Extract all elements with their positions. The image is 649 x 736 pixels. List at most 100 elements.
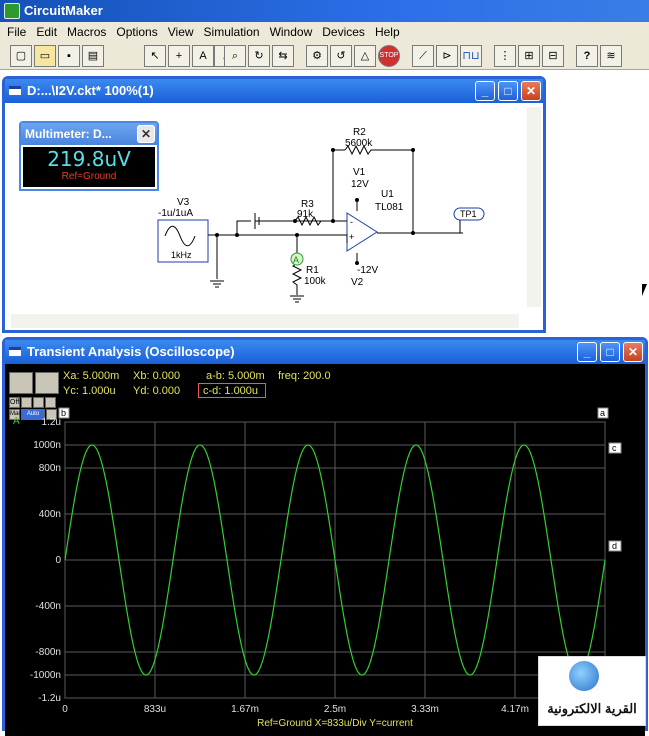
menu-bar: File Edit Macros Options View Simulation… xyxy=(0,22,649,42)
schematic-vertical-scrollbar[interactable] xyxy=(527,107,541,307)
help-icon[interactable]: ? xyxy=(576,45,598,67)
cursor-tool-icon[interactable] xyxy=(9,372,33,394)
analysis-icon[interactable]: ⊞ xyxy=(518,45,540,67)
v1-name: V1 xyxy=(353,167,366,178)
multimeter-close-button[interactable]: ✕ xyxy=(137,125,155,143)
r1-value: 100k xyxy=(304,276,327,287)
step-icon[interactable]: ⚙ xyxy=(306,45,328,67)
r2-value: 5600k xyxy=(345,138,373,149)
menu-window[interactable]: Window xyxy=(265,22,318,42)
y-tick-label: 0 xyxy=(55,555,61,566)
cursor-b-label: b xyxy=(61,408,66,418)
arrow-tool-icon[interactable]: ↖ xyxy=(144,45,166,67)
x-tick-label: 2.5m xyxy=(324,704,346,715)
app-title: CircuitMaker xyxy=(24,3,103,18)
schematic-title-bar: D:...\I2V.ckt* 100%(1) _ □ ✕ xyxy=(5,79,543,103)
digital-icon[interactable]: △ xyxy=(354,45,376,67)
v2-value: -12V xyxy=(357,265,378,276)
multimeter-value: 219.8uV xyxy=(47,147,131,171)
scope-title: Transient Analysis (Oscilloscope) xyxy=(27,344,235,359)
window-icon xyxy=(9,347,21,356)
menu-macros[interactable]: Macros xyxy=(62,22,111,42)
v1-value: 12V xyxy=(351,179,369,190)
part-icon[interactable]: ⊟ xyxy=(542,45,564,67)
zoom-icon[interactable]: ⌕ xyxy=(224,45,246,67)
mouse-pointer-icon xyxy=(642,284,647,296)
cursor-c-label: c xyxy=(612,443,617,453)
tp1-label: TP1 xyxy=(460,209,477,219)
circuitmaker-logo-icon xyxy=(4,3,20,19)
scope-icon[interactable]: ⊳ xyxy=(436,45,458,67)
print-icon[interactable]: ▤ xyxy=(82,45,104,67)
window-icon xyxy=(9,86,21,95)
multimeter-window[interactable]: Multimeter: D... ✕ 219.8uV Ref=Ground xyxy=(19,121,159,191)
multimeter-title-bar: Multimeter: D... ✕ xyxy=(21,123,157,145)
schematic-close-button[interactable]: ✕ xyxy=(521,81,541,101)
scope-maximize-button[interactable]: □ xyxy=(600,342,620,362)
menu-help[interactable]: Help xyxy=(370,22,405,42)
y-tick-label: 800n xyxy=(39,463,61,474)
scope-minimize-button[interactable]: _ xyxy=(577,342,597,362)
schematic-title: D:...\I2V.ckt* 100%(1) xyxy=(27,83,154,98)
open-icon[interactable]: ▭ xyxy=(34,45,56,67)
y-tick-label: -400n xyxy=(35,601,61,612)
opamp-minus: - xyxy=(350,217,353,227)
mirror-icon[interactable]: ⇆ xyxy=(272,45,294,67)
mode-icon[interactable]: ≋ xyxy=(600,45,622,67)
netlist-icon[interactable]: ⋮ xyxy=(494,45,516,67)
wire-tool-icon[interactable]: + xyxy=(168,45,190,67)
waveform-icon[interactable]: ⊓⊔ xyxy=(460,45,482,67)
x-tick-label: 833u xyxy=(144,704,166,715)
y-tick-label: -1000n xyxy=(30,670,61,681)
new-icon[interactable]: ▢ xyxy=(10,45,32,67)
scope-footer: Ref=Ground X=833u/Div Y=current xyxy=(257,718,413,729)
schematic-minimize-button[interactable]: _ xyxy=(475,81,495,101)
y-tick-label: -1.2u xyxy=(38,693,61,704)
y-tick-label: 400n xyxy=(39,509,61,520)
watermark-text: القرية الالكترونية xyxy=(547,701,637,716)
reset-icon[interactable]: ↺ xyxy=(330,45,352,67)
globe-icon xyxy=(569,661,599,691)
u1-name: U1 xyxy=(381,189,394,200)
menu-devices[interactable]: Devices xyxy=(317,22,370,42)
x-tick-label: 3.33m xyxy=(411,704,439,715)
x-tick-label: 4.17m xyxy=(501,704,529,715)
multimeter-ref: Ref=Ground xyxy=(61,171,117,182)
scope-close-button[interactable]: ✕ xyxy=(623,342,643,362)
rotate-icon[interactable]: ↻ xyxy=(248,45,270,67)
multimeter-title: Multimeter: D... xyxy=(25,127,112,141)
menu-view[interactable]: View xyxy=(163,22,199,42)
menu-edit[interactable]: Edit xyxy=(31,22,62,42)
x-tick-label: 1.67m xyxy=(231,704,259,715)
schematic-horizontal-scrollbar[interactable] xyxy=(11,314,519,328)
menu-options[interactable]: Options xyxy=(111,22,162,42)
v3-frequency: 1kHz xyxy=(171,250,192,260)
r3-value: 91k xyxy=(297,209,314,220)
app-title-bar: CircuitMaker xyxy=(0,0,649,22)
probe-a-label: A xyxy=(293,255,299,265)
readout-yc: Yc: 1.000u xyxy=(63,385,116,397)
u1-value: TL081 xyxy=(375,202,404,213)
opamp-plus: + xyxy=(349,232,354,242)
readout-cd: c-d: 1.000u xyxy=(203,385,259,397)
save-icon[interactable]: ▪ xyxy=(58,45,80,67)
trace-label: A xyxy=(13,416,20,427)
probe-icon[interactable]: ⟋ xyxy=(412,45,434,67)
readout-ab: a-b: 5.000m xyxy=(206,370,265,382)
menu-file[interactable]: File xyxy=(2,22,31,42)
scope-title-bar: Transient Analysis (Oscilloscope) _ □ ✕ xyxy=(5,340,645,364)
r1-name: R1 xyxy=(306,265,319,276)
x-tick-label: 0 xyxy=(62,704,68,715)
y-tick-label: 1000n xyxy=(33,440,61,451)
refresh-icon[interactable] xyxy=(35,372,59,394)
watermark-logo: القرية الالكترونية xyxy=(538,656,646,726)
schematic-maximize-button[interactable]: □ xyxy=(498,81,518,101)
readout-freq: freq: 200.0 xyxy=(278,370,331,382)
text-tool-icon[interactable]: A xyxy=(192,45,214,67)
v2-name: V2 xyxy=(351,277,364,288)
stop-icon[interactable]: STOP xyxy=(378,45,400,67)
multimeter-display: 219.8uV Ref=Ground xyxy=(23,147,155,187)
menu-simulation[interactable]: Simulation xyxy=(199,22,265,42)
y-tick-label: -800n xyxy=(35,647,61,658)
readout-yd: Yd: 0.000 xyxy=(133,385,181,397)
